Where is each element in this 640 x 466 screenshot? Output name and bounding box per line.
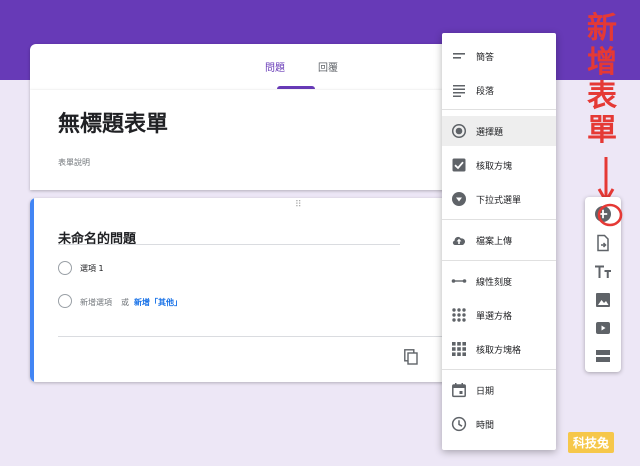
checkbox-icon (452, 158, 466, 172)
tab-questions[interactable]: 問題 (265, 59, 285, 74)
menu-item-label: 下拉式選單 (476, 196, 522, 206)
add-option-link[interactable]: 新增選項 (80, 297, 112, 308)
active-question-indicator (30, 198, 34, 382)
menu-item-multiple-choice-grid[interactable]: 單選方格 (442, 300, 556, 330)
question-type-menu: 簡答 段落 選擇題 核取方塊 下拉式選單 檔案上傳 線性刻度 單選方格 核取方塊… (442, 33, 556, 450)
clock-icon (451, 416, 467, 432)
menu-item-dropdown[interactable]: 下拉式選單 (442, 184, 556, 214)
menu-item-date[interactable]: 日期 (442, 375, 556, 405)
annotation-circle-icon (597, 203, 623, 227)
menu-item-linear-scale[interactable]: 線性刻度 (442, 266, 556, 296)
menu-item-checkbox-grid[interactable]: 核取方塊格 (442, 334, 556, 364)
option-radio-icon (58, 261, 72, 275)
option-label[interactable]: 選項 1 (80, 263, 104, 274)
cloud-upload-icon (452, 236, 466, 245)
menu-item-file-upload[interactable]: 檔案上傳 (442, 225, 556, 255)
menu-item-label: 核取方塊格 (476, 346, 522, 356)
menu-item-label: 段落 (476, 87, 495, 97)
form-title[interactable]: 無標題表單 (58, 106, 168, 138)
title-text-icon[interactable] (594, 263, 612, 281)
radio-icon (451, 123, 467, 139)
annotation-text: 新增表單 (587, 11, 617, 148)
drag-handle-icon[interactable]: ⠿ (295, 200, 303, 210)
form-description-field[interactable]: 表單說明 (58, 157, 90, 168)
menu-divider (442, 369, 556, 370)
question-card[interactable]: ⠿ 未命名的問題 選項 1 新增選項 或 新增「其他」 (30, 198, 450, 382)
menu-item-label: 選擇題 (476, 128, 504, 138)
menu-divider (442, 219, 556, 220)
image-icon[interactable] (594, 291, 612, 309)
section-icon[interactable] (594, 347, 612, 365)
menu-divider (442, 109, 556, 110)
video-icon[interactable] (594, 319, 612, 337)
menu-item-time[interactable]: 時間 (442, 409, 556, 439)
menu-item-label: 檔案上傳 (476, 237, 513, 247)
form-header-card: 無標題表單 表單說明 (30, 90, 450, 190)
menu-item-label: 核取方塊 (476, 162, 513, 172)
menu-item-checkboxes[interactable]: 核取方塊 (442, 150, 556, 180)
menu-item-label: 線性刻度 (476, 278, 513, 288)
menu-item-multiple-choice[interactable]: 選擇題 (442, 116, 556, 146)
menu-item-label: 時間 (476, 421, 495, 431)
menu-divider (442, 260, 556, 261)
add-other-link[interactable]: 新增「其他」 (134, 297, 182, 308)
or-text: 或 (121, 298, 129, 307)
dropdown-icon (452, 192, 466, 206)
menu-item-paragraph[interactable]: 段落 (442, 75, 556, 105)
paragraph-icon (453, 85, 465, 97)
question-footer-divider (58, 336, 448, 337)
watermark: 科技兔 (568, 432, 615, 453)
grid-icon (452, 308, 466, 322)
linear-scale-icon (451, 279, 467, 283)
import-icon[interactable] (594, 234, 612, 252)
duplicate-icon[interactable] (404, 349, 418, 365)
menu-item-short-answer[interactable]: 簡答 (442, 41, 556, 71)
checkbox-grid-icon (452, 342, 466, 356)
active-tab-indicator (277, 86, 315, 89)
tabs-card: 問題 回覆 (30, 44, 450, 90)
question-title-underline (58, 244, 400, 245)
menu-item-label: 日期 (476, 387, 495, 397)
menu-item-label: 單選方格 (476, 312, 513, 322)
short-answer-icon (453, 53, 465, 59)
calendar-icon (452, 383, 466, 398)
menu-item-label: 簡答 (476, 53, 495, 63)
add-option-radio-icon (58, 294, 72, 308)
tab-responses[interactable]: 回覆 (318, 59, 338, 74)
